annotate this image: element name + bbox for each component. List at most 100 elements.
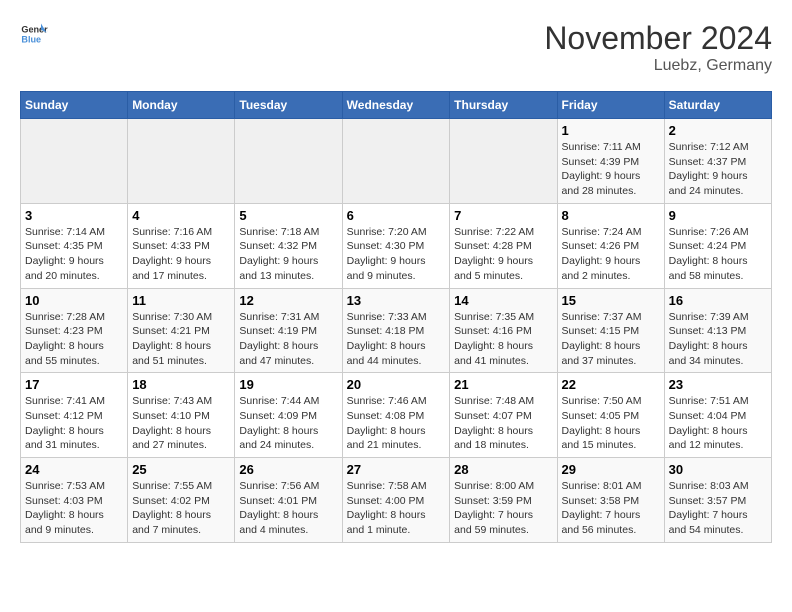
calendar-cell: 15 Sunrise: 7:37 AM Sunset: 4:15 PM Dayli… <box>557 288 664 373</box>
calendar-cell <box>21 119 128 204</box>
day-info: Sunrise: 7:56 AM Sunset: 4:01 PM Dayligh… <box>239 479 337 538</box>
day-number: 26 <box>239 462 337 477</box>
day-info: Sunrise: 8:03 AM Sunset: 3:57 PM Dayligh… <box>669 479 767 538</box>
day-number: 12 <box>239 293 337 308</box>
day-of-week-header: Tuesday <box>235 92 342 119</box>
calendar-cell: 30 Sunrise: 8:03 AM Sunset: 3:57 PM Dayli… <box>664 458 771 543</box>
day-number: 20 <box>347 377 446 392</box>
calendar-cell: 23 Sunrise: 7:51 AM Sunset: 4:04 PM Dayli… <box>664 373 771 458</box>
day-info: Sunrise: 8:01 AM Sunset: 3:58 PM Dayligh… <box>562 479 660 538</box>
calendar-cell <box>342 119 450 204</box>
calendar-cell: 6 Sunrise: 7:20 AM Sunset: 4:30 PM Daylig… <box>342 203 450 288</box>
day-info: Sunrise: 8:00 AM Sunset: 3:59 PM Dayligh… <box>454 479 552 538</box>
calendar-cell: 2 Sunrise: 7:12 AM Sunset: 4:37 PM Daylig… <box>664 119 771 204</box>
calendar-cell: 13 Sunrise: 7:33 AM Sunset: 4:18 PM Dayli… <box>342 288 450 373</box>
day-number: 30 <box>669 462 767 477</box>
day-number: 7 <box>454 208 552 223</box>
calendar-cell: 19 Sunrise: 7:44 AM Sunset: 4:09 PM Dayli… <box>235 373 342 458</box>
calendar-cell: 4 Sunrise: 7:16 AM Sunset: 4:33 PM Daylig… <box>128 203 235 288</box>
day-number: 8 <box>562 208 660 223</box>
calendar-cell: 5 Sunrise: 7:18 AM Sunset: 4:32 PM Daylig… <box>235 203 342 288</box>
page-title: November 2024 <box>544 20 772 57</box>
day-number: 23 <box>669 377 767 392</box>
calendar-cell: 27Sunrise: 7:58 AM Sunset: 4:00 PM Dayli… <box>342 458 450 543</box>
logo: General Blue <box>20 20 48 48</box>
day-info: Sunrise: 7:12 AM Sunset: 4:37 PM Dayligh… <box>669 140 767 199</box>
day-of-week-header: Thursday <box>450 92 557 119</box>
calendar-cell: 28 Sunrise: 8:00 AM Sunset: 3:59 PM Dayli… <box>450 458 557 543</box>
day-info: Sunrise: 7:44 AM Sunset: 4:09 PM Dayligh… <box>239 394 337 453</box>
calendar-cell: 3Sunrise: 7:14 AM Sunset: 4:35 PM Daylig… <box>21 203 128 288</box>
day-number: 14 <box>454 293 552 308</box>
day-number: 5 <box>239 208 337 223</box>
calendar-week-row: 17 Sunrise: 7:41 AM Sunset: 4:12 PM Dayli… <box>21 373 772 458</box>
day-number: 4 <box>132 208 230 223</box>
day-number: 25 <box>132 462 230 477</box>
day-number: 1 <box>562 123 660 138</box>
calendar-cell <box>450 119 557 204</box>
day-info: Sunrise: 7:31 AM Sunset: 4:19 PM Dayligh… <box>239 310 337 369</box>
day-of-week-header: Wednesday <box>342 92 450 119</box>
day-of-week-header: Sunday <box>21 92 128 119</box>
calendar-header-row: SundayMondayTuesdayWednesdayThursdayFrid… <box>21 92 772 119</box>
calendar-cell: 20 Sunrise: 7:46 AM Sunset: 4:08 PM Dayli… <box>342 373 450 458</box>
day-info: Sunrise: 7:22 AM Sunset: 4:28 PM Dayligh… <box>454 225 552 284</box>
day-info: Sunrise: 7:39 AM Sunset: 4:13 PM Dayligh… <box>669 310 767 369</box>
calendar-week-row: 10Sunrise: 7:28 AM Sunset: 4:23 PM Dayli… <box>21 288 772 373</box>
calendar-cell: 24Sunrise: 7:53 AM Sunset: 4:03 PM Dayli… <box>21 458 128 543</box>
day-number: 10 <box>25 293 123 308</box>
calendar-cell: 18 Sunrise: 7:43 AM Sunset: 4:10 PM Dayli… <box>128 373 235 458</box>
day-info: Sunrise: 7:30 AM Sunset: 4:21 PM Dayligh… <box>132 310 230 369</box>
day-info: Sunrise: 7:41 AM Sunset: 4:12 PM Dayligh… <box>25 394 123 453</box>
day-number: 13 <box>347 293 446 308</box>
day-info: Sunrise: 7:48 AM Sunset: 4:07 PM Dayligh… <box>454 394 552 453</box>
calendar-cell <box>235 119 342 204</box>
day-info: Sunrise: 7:35 AM Sunset: 4:16 PM Dayligh… <box>454 310 552 369</box>
calendar-cell: 12 Sunrise: 7:31 AM Sunset: 4:19 PM Dayli… <box>235 288 342 373</box>
day-info: Sunrise: 7:18 AM Sunset: 4:32 PM Dayligh… <box>239 225 337 284</box>
day-info: Sunrise: 7:26 AM Sunset: 4:24 PM Dayligh… <box>669 225 767 284</box>
calendar-cell <box>128 119 235 204</box>
calendar-cell: 22Sunrise: 7:50 AM Sunset: 4:05 PM Dayli… <box>557 373 664 458</box>
day-info: Sunrise: 7:20 AM Sunset: 4:30 PM Dayligh… <box>347 225 446 284</box>
day-info: Sunrise: 7:16 AM Sunset: 4:33 PM Dayligh… <box>132 225 230 284</box>
calendar-cell: 17 Sunrise: 7:41 AM Sunset: 4:12 PM Dayli… <box>21 373 128 458</box>
calendar-cell: 26 Sunrise: 7:56 AM Sunset: 4:01 PM Dayli… <box>235 458 342 543</box>
calendar-cell: 11Sunrise: 7:30 AM Sunset: 4:21 PM Dayli… <box>128 288 235 373</box>
day-info: Sunrise: 7:37 AM Sunset: 4:15 PM Dayligh… <box>562 310 660 369</box>
day-number: 3 <box>25 208 123 223</box>
day-info: Sunrise: 7:50 AM Sunset: 4:05 PM Dayligh… <box>562 394 660 453</box>
calendar-week-row: 24Sunrise: 7:53 AM Sunset: 4:03 PM Dayli… <box>21 458 772 543</box>
calendar-cell: 14 Sunrise: 7:35 AM Sunset: 4:16 PM Dayli… <box>450 288 557 373</box>
day-number: 19 <box>239 377 337 392</box>
day-info: Sunrise: 7:53 AM Sunset: 4:03 PM Dayligh… <box>25 479 123 538</box>
day-info: Sunrise: 7:43 AM Sunset: 4:10 PM Dayligh… <box>132 394 230 453</box>
day-number: 15 <box>562 293 660 308</box>
calendar-cell: 21Sunrise: 7:48 AM Sunset: 4:07 PM Dayli… <box>450 373 557 458</box>
day-number: 29 <box>562 462 660 477</box>
day-number: 17 <box>25 377 123 392</box>
calendar-cell: 16 Sunrise: 7:39 AM Sunset: 4:13 PM Dayli… <box>664 288 771 373</box>
day-of-week-header: Saturday <box>664 92 771 119</box>
calendar-cell: 1Sunrise: 7:11 AM Sunset: 4:39 PM Daylig… <box>557 119 664 204</box>
day-number: 18 <box>132 377 230 392</box>
day-number: 28 <box>454 462 552 477</box>
day-number: 2 <box>669 123 767 138</box>
day-number: 6 <box>347 208 446 223</box>
title-block: November 2024 Luebz, Germany <box>544 20 772 75</box>
day-number: 16 <box>669 293 767 308</box>
day-of-week-header: Friday <box>557 92 664 119</box>
calendar-cell: 8Sunrise: 7:24 AM Sunset: 4:26 PM Daylig… <box>557 203 664 288</box>
calendar-week-row: 1Sunrise: 7:11 AM Sunset: 4:39 PM Daylig… <box>21 119 772 204</box>
day-info: Sunrise: 7:51 AM Sunset: 4:04 PM Dayligh… <box>669 394 767 453</box>
calendar-cell: 9 Sunrise: 7:26 AM Sunset: 4:24 PM Daylig… <box>664 203 771 288</box>
day-info: Sunrise: 7:46 AM Sunset: 4:08 PM Dayligh… <box>347 394 446 453</box>
day-info: Sunrise: 7:33 AM Sunset: 4:18 PM Dayligh… <box>347 310 446 369</box>
calendar-cell: 10Sunrise: 7:28 AM Sunset: 4:23 PM Dayli… <box>21 288 128 373</box>
calendar-cell: 7 Sunrise: 7:22 AM Sunset: 4:28 PM Daylig… <box>450 203 557 288</box>
day-number: 9 <box>669 208 767 223</box>
calendar-cell: 25 Sunrise: 7:55 AM Sunset: 4:02 PM Dayli… <box>128 458 235 543</box>
day-info: Sunrise: 7:55 AM Sunset: 4:02 PM Dayligh… <box>132 479 230 538</box>
day-number: 27 <box>347 462 446 477</box>
page-header: General Blue November 2024 Luebz, German… <box>20 20 772 75</box>
